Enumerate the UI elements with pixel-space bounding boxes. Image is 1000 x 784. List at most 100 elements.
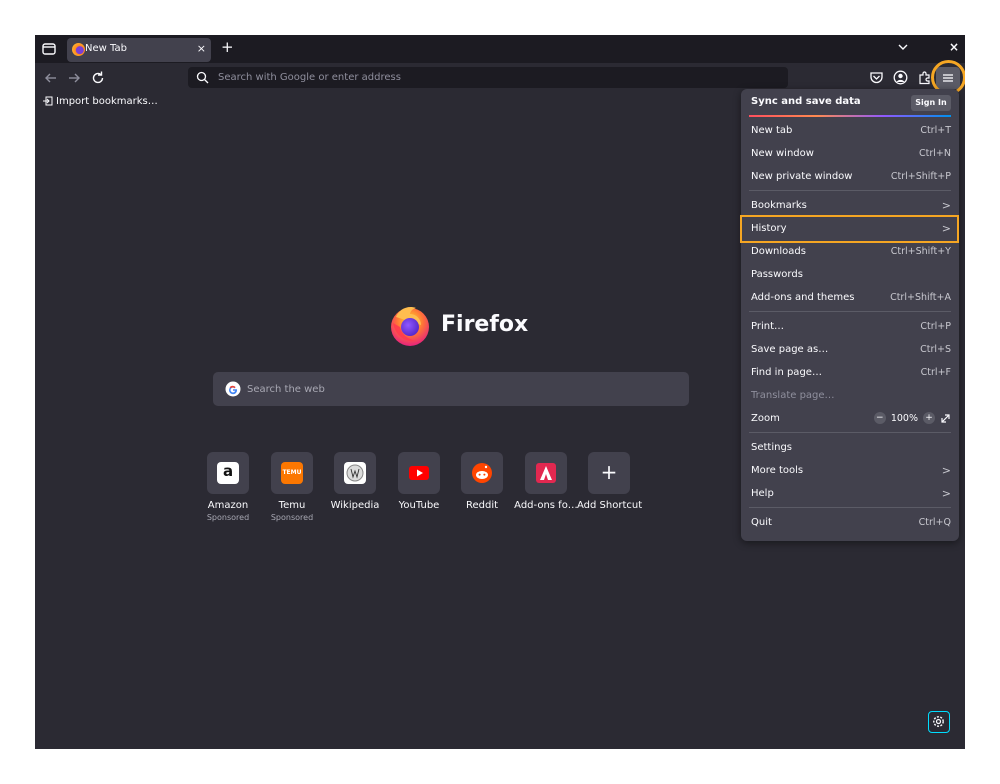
menu-item-label: New private window <box>751 170 853 182</box>
new-tab-button[interactable]: + <box>221 38 234 56</box>
reddit-logo-icon <box>472 463 492 483</box>
menu-item-label: Downloads <box>751 245 806 257</box>
top-site-amazon[interactable]: a Amazon Sponsored <box>196 452 260 522</box>
top-site-tile <box>525 452 567 494</box>
extensions-icon[interactable] <box>917 70 932 85</box>
top-site-tile: + <box>588 452 630 494</box>
menu-item-zoom: Zoom − 100% + <box>751 409 951 427</box>
menu-item-label: Help <box>751 487 774 499</box>
menu-separator <box>749 507 951 508</box>
top-site-youtube[interactable]: YouTube <box>387 452 451 511</box>
top-site-name: Wikipedia <box>330 500 380 511</box>
tab-title: New Tab <box>85 43 127 54</box>
zoom-in-button[interactable]: + <box>923 412 935 424</box>
menu-item-new-tab[interactable]: New tab Ctrl+T <box>751 121 951 139</box>
search-icon <box>196 71 209 84</box>
chevron-right-icon: > <box>941 463 951 477</box>
top-site-wikipedia[interactable]: Wikipedia <box>323 452 387 511</box>
menu-item-print[interactable]: Print… Ctrl+P <box>751 317 951 335</box>
sync-heading: Sync and save data <box>751 96 861 107</box>
menu-item-find-in-page[interactable]: Find in page… Ctrl+F <box>751 363 951 381</box>
firefox-favicon-icon <box>72 43 85 56</box>
menu-item-help[interactable]: Help > <box>751 484 951 502</box>
top-site-name: YouTube <box>398 500 440 511</box>
menu-item-label: New tab <box>751 124 793 136</box>
menu-item-label: Settings <box>751 441 793 453</box>
menu-item-label: Find in page… <box>751 366 822 378</box>
top-site-name: Temu <box>278 500 306 511</box>
menu-item-shortcut: Ctrl+Shift+Y <box>890 245 951 257</box>
top-site-temu[interactable]: TEMU Temu Sponsored <box>260 452 324 522</box>
menu-item-label: Print… <box>751 320 785 332</box>
sponsored-label: Sponsored <box>206 513 250 522</box>
import-bookmarks-label: Import bookmarks… <box>56 95 158 107</box>
menu-item-more-tools[interactable]: More tools > <box>751 461 951 479</box>
web-search-box[interactable] <box>213 372 689 406</box>
address-input[interactable] <box>218 69 778 86</box>
menu-item-label: More tools <box>751 464 804 476</box>
youtube-logo-icon <box>409 466 429 480</box>
zoom-out-button[interactable]: − <box>873 412 886 424</box>
add-shortcut-button[interactable]: + Add Shortcut <box>577 452 643 511</box>
top-site-addons[interactable]: Add-ons fo… <box>514 452 578 511</box>
menu-item-label: Zoom <box>751 412 780 424</box>
account-icon[interactable] <box>893 70 908 85</box>
import-bookmarks-button[interactable]: Import bookmarks… <box>43 94 158 108</box>
app-menu-panel: Sync and save data Sign In New tab Ctrl+… <box>741 89 959 541</box>
sponsored-label: Sponsored <box>270 513 314 522</box>
menu-item-shortcut: Ctrl+N <box>919 147 951 159</box>
personalize-button[interactable] <box>928 711 950 733</box>
menu-item-translate-page: Translate page… <box>751 386 951 404</box>
web-search-input[interactable] <box>247 380 677 398</box>
menu-separator <box>749 190 951 191</box>
menu-item-shortcut: Ctrl+Shift+A <box>890 291 951 303</box>
all-tabs-icon[interactable] <box>41 41 57 57</box>
top-site-tile <box>334 452 376 494</box>
zoom-reset-button[interactable]: 100% <box>891 413 918 424</box>
tab-new-tab[interactable]: New Tab × <box>67 38 211 62</box>
menu-item-passwords[interactable]: Passwords <box>751 265 951 283</box>
addons-logo-icon <box>536 463 556 483</box>
top-site-reddit[interactable]: Reddit <box>450 452 514 511</box>
top-site-tile: a <box>207 452 249 494</box>
firefox-logo-icon <box>391 307 429 346</box>
fullscreen-icon[interactable] <box>940 413 951 424</box>
top-site-tile: TEMU <box>271 452 313 494</box>
sign-in-button[interactable]: Sign In <box>911 95 951 111</box>
menu-item-settings[interactable]: Settings <box>751 438 951 456</box>
menu-item-bookmarks[interactable]: Bookmarks > <box>751 196 951 214</box>
menu-item-label: Passwords <box>751 268 803 280</box>
top-site-name: Add Shortcut <box>577 500 643 511</box>
menu-item-label: Translate page… <box>751 389 835 401</box>
menu-item-quit[interactable]: Quit Ctrl+Q <box>751 513 951 531</box>
list-all-tabs-chevron-icon[interactable] <box>897 41 909 53</box>
menu-item-shortcut: Ctrl+P <box>920 320 951 332</box>
menu-item-label: Save page as… <box>751 343 829 355</box>
menu-item-new-private-window[interactable]: New private window Ctrl+Shift+P <box>751 167 951 185</box>
top-site-name: Add-ons fo… <box>514 500 578 511</box>
menu-item-save-page[interactable]: Save page as… Ctrl+S <box>751 340 951 358</box>
tab-close-icon[interactable]: × <box>197 42 206 55</box>
temu-logo-icon: TEMU <box>281 462 303 484</box>
chevron-right-icon: > <box>941 486 951 500</box>
top-site-tile <box>398 452 440 494</box>
menu-item-new-window[interactable]: New window Ctrl+N <box>751 144 951 162</box>
wikipedia-globe-icon <box>344 462 366 484</box>
address-bar[interactable] <box>188 67 788 88</box>
menu-item-downloads[interactable]: Downloads Ctrl+Shift+Y <box>751 242 951 260</box>
menu-item-shortcut: Ctrl+F <box>920 366 951 378</box>
window-close-button[interactable]: × <box>949 40 959 54</box>
forward-arrow-icon[interactable] <box>65 69 83 87</box>
menu-item-label: Quit <box>751 516 772 528</box>
top-site-name: Reddit <box>465 500 499 511</box>
menu-item-addons-themes[interactable]: Add-ons and themes Ctrl+Shift+A <box>751 288 951 306</box>
top-site-name: Amazon <box>207 500 249 511</box>
firefox-wordmark: Firefox <box>441 312 529 337</box>
history-highlight-box <box>740 215 959 243</box>
reload-icon[interactable] <box>89 69 107 87</box>
pocket-icon[interactable] <box>869 70 884 85</box>
back-arrow-icon[interactable] <box>42 69 60 87</box>
import-icon <box>43 96 53 106</box>
menu-item-label: New window <box>751 147 814 159</box>
amazon-logo-icon: a <box>217 462 239 484</box>
